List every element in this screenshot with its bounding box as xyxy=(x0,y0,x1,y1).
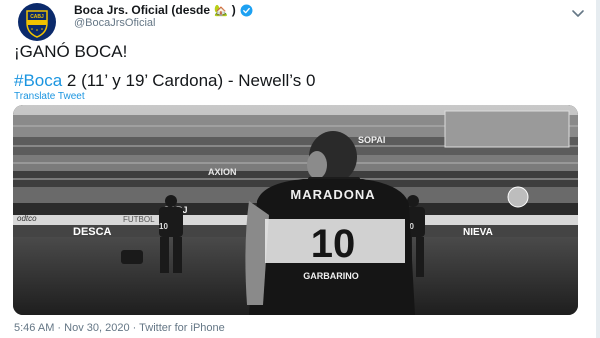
display-name[interactable]: Boca Jrs. Oficial (desde xyxy=(74,3,210,17)
footer-separator: · xyxy=(54,322,65,334)
jersey-number: 10 xyxy=(311,222,356,266)
tweet-photo[interactable]: CABJ AXION SOPAI NIEVA DESCA odtco FUTBO… xyxy=(13,105,578,315)
footer-separator: · xyxy=(129,322,140,334)
name-emoji: 🏡 xyxy=(214,4,228,17)
tweet-footer: 5:46 AM · Nov 30, 2020 · Twitter for iPh… xyxy=(14,322,225,334)
tweet-source: Twitter for iPhone xyxy=(139,322,225,334)
jersey-sponsor: GARBARINO xyxy=(303,271,359,281)
ad-text-nieva: NIEVA xyxy=(463,227,493,238)
tweet-date[interactable]: Nov 30, 2020 xyxy=(64,322,129,334)
chevron-down-icon[interactable] xyxy=(570,6,586,22)
stadium-photo: CABJ AXION SOPAI NIEVA DESCA odtco FUTBO… xyxy=(13,105,578,315)
tweet-card: CABJ Boca Jrs. Oficial (desde 🏡) @BocaJr… xyxy=(0,0,600,338)
translate-tweet-link[interactable]: Translate Tweet xyxy=(14,91,85,102)
ad-text-sopai: SOPAI xyxy=(358,135,385,145)
account-handle[interactable]: @BocaJrsOficial xyxy=(74,17,155,29)
svg-text:10: 10 xyxy=(159,222,168,231)
account-name-row[interactable]: Boca Jrs. Oficial (desde 🏡) xyxy=(74,3,253,17)
ad-text-odtco: odtco xyxy=(17,214,37,223)
boca-crest-icon: CABJ xyxy=(26,10,48,38)
ad-text-futbol: FUTBOL xyxy=(123,215,155,224)
tweet-score-text: 2 (11’ y 19’ Cardona) - Newell’s 0 xyxy=(62,71,316,90)
jersey-name: MARADONA xyxy=(290,187,375,202)
crest-text: CABJ xyxy=(30,14,44,20)
ad-text-axion: AXION xyxy=(208,167,237,177)
tweet-text-line1: ¡GANÓ BOCA! xyxy=(14,42,128,61)
tweet-time[interactable]: 5:46 AM xyxy=(14,322,54,334)
page-edge-divider xyxy=(596,0,600,338)
ad-text-desca: DESCA xyxy=(73,226,112,238)
verified-badge-icon xyxy=(240,4,253,16)
tweet-text-line2: #Boca 2 (11’ y 19’ Cardona) - Newell’s 0 xyxy=(14,71,315,91)
hashtag-link[interactable]: #Boca xyxy=(14,71,62,90)
account-avatar[interactable]: CABJ xyxy=(18,3,56,41)
